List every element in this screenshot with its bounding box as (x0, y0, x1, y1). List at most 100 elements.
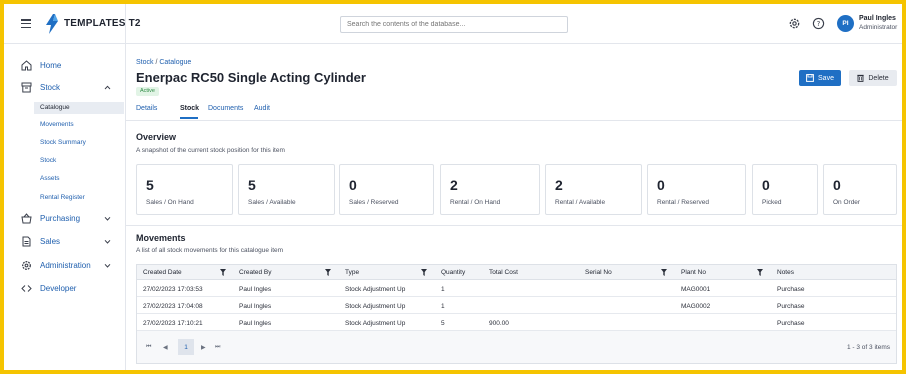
overview-title: Overview (136, 132, 177, 142)
table-row[interactable]: 27/02/2023 17:04:08 Paul Ingles Stock Ad… (137, 298, 896, 314)
user-name[interactable]: Paul Ingles (859, 15, 896, 22)
column-header[interactable]: Created By (239, 269, 272, 276)
save-button[interactable]: Save (799, 70, 841, 86)
page-button-current[interactable]: 1 (178, 339, 194, 355)
sidebar-subitem-movements[interactable]: Movements (40, 121, 74, 128)
next-page-icon[interactable]: ▶ (201, 344, 206, 351)
cell-notes: Purchase (777, 303, 805, 310)
stat-value: 0 (833, 177, 841, 193)
sidebar-item-label: Developer (40, 283, 77, 293)
save-button-label: Save (818, 74, 834, 82)
chevron-up-icon[interactable] (104, 85, 111, 90)
stat-value: 0 (657, 177, 665, 193)
document-icon (22, 236, 31, 246)
sidebar-item-purchasing[interactable]: Purchasing (4, 210, 125, 226)
cell-type: Stock Adjustment Up (345, 320, 406, 327)
stat-value: 2 (555, 177, 563, 193)
avatar[interactable]: PI (837, 15, 854, 32)
stat-label: Rental / On Hand (450, 199, 501, 206)
sidebar-item-label: Administration (40, 260, 91, 270)
stat-value: 2 (450, 177, 458, 193)
tab-stock[interactable]: Stock (180, 105, 199, 112)
active-tab-indicator (180, 117, 198, 119)
sidebar-item-home[interactable]: Home (4, 57, 125, 73)
sidebar-subitem-stock[interactable]: Stock (40, 157, 56, 164)
column-header[interactable]: Quantity (441, 269, 465, 276)
sidebar-subitem-assets[interactable]: Assets (40, 175, 60, 182)
breadcrumb-catalogue[interactable]: Catalogue (159, 59, 191, 66)
tab-audit[interactable]: Audit (254, 105, 270, 112)
movements-grid: Created Date Created By Type Quantity To… (136, 264, 897, 364)
tab-documents[interactable]: Documents (208, 105, 243, 112)
sidebar-item-administration[interactable]: Administration (4, 257, 125, 273)
sidebar-subitem-catalogue[interactable]: Catalogue (40, 104, 70, 111)
sidebar-subitem-stock-summary[interactable]: Stock Summary (40, 139, 86, 146)
user-role: Administrator (859, 24, 898, 31)
stat-card-rental-available: 2 Rental / Available (545, 164, 642, 215)
brand-name: TEMPLATES T2 (64, 18, 141, 29)
section-divider (126, 225, 902, 226)
first-page-icon[interactable]: ⏮ (146, 344, 151, 351)
pager-info: 1 - 3 of 3 items (847, 344, 890, 351)
app-window: TEMPLATES T2 ? PI Paul Ingles Administra… (4, 4, 902, 370)
logo-icon (46, 14, 58, 34)
menu-icon[interactable] (21, 19, 31, 29)
chevron-down-icon[interactable] (104, 239, 111, 244)
movements-title: Movements (136, 233, 186, 243)
sidebar-item-label: Home (40, 60, 62, 70)
column-header[interactable]: Total Cost (489, 269, 518, 276)
cell-created-by: Paul Ingles (239, 320, 272, 327)
cell-notes: Purchase (777, 286, 805, 293)
sidebar-item-sales[interactable]: Sales (4, 233, 125, 249)
cell-plant-no: MAG0002 (681, 303, 711, 310)
breadcrumb-stock[interactable]: Stock (136, 59, 154, 66)
column-header[interactable]: Serial No (585, 269, 612, 276)
column-header[interactable]: Type (345, 269, 359, 276)
sidebar-item-developer[interactable]: Developer (4, 280, 125, 296)
pager: ⏮ ◀ 1 ▶ ⏭ 1 - 3 of 3 items (137, 331, 896, 363)
overview-subtitle: A snapshot of the current stock position… (136, 147, 285, 154)
table-row[interactable]: 27/02/2023 17:03:53 Paul Ingles Stock Ad… (137, 281, 896, 297)
status-badge: Active (136, 87, 159, 96)
basket-icon (21, 212, 32, 223)
gear-icon[interactable] (788, 17, 801, 30)
column-header[interactable]: Plant No (681, 269, 706, 276)
top-bar: TEMPLATES T2 ? PI Paul Ingles Administra… (4, 4, 902, 44)
help-icon[interactable]: ? (812, 17, 825, 30)
grid-header: Created Date Created By Type Quantity To… (137, 265, 896, 280)
stat-label: Sales / On Hand (146, 199, 194, 206)
stat-value: 5 (146, 177, 154, 193)
table-row[interactable]: 27/02/2023 17:10:21 Paul Ingles Stock Ad… (137, 315, 896, 331)
filter-icon[interactable] (220, 269, 226, 276)
stat-label: Rental / Available (555, 199, 606, 206)
search-input[interactable] (340, 16, 568, 33)
delete-button[interactable]: Delete (849, 70, 897, 86)
chevron-down-icon[interactable] (104, 263, 111, 268)
last-page-icon[interactable]: ⏭ (215, 344, 220, 351)
column-header[interactable]: Notes (777, 269, 794, 276)
filter-icon[interactable] (421, 269, 427, 276)
tab-details[interactable]: Details (136, 105, 157, 112)
svg-text:?: ? (817, 20, 821, 28)
filter-icon[interactable] (325, 269, 331, 276)
sidebar-item-label: Purchasing (40, 213, 81, 223)
stat-value: 5 (248, 177, 256, 193)
sidebar: Home Stock Catalogue Movements Stock Sum… (4, 44, 125, 370)
tab-divider (126, 120, 902, 121)
code-icon (21, 284, 32, 292)
sidebar-item-stock[interactable]: Stock (4, 79, 125, 95)
page-title: Enerpac RC50 Single Acting Cylinder (136, 70, 366, 85)
filter-icon[interactable] (661, 269, 667, 276)
filter-icon[interactable] (757, 269, 763, 276)
sidebar-subitem-rental-register[interactable]: Rental Register (40, 194, 85, 201)
column-header[interactable]: Created Date (143, 269, 182, 276)
chevron-down-icon[interactable] (104, 216, 111, 221)
prev-page-icon[interactable]: ◀ (163, 344, 168, 351)
sidebar-item-label: Stock (40, 82, 61, 92)
cell-type: Stock Adjustment Up (345, 286, 406, 293)
stat-card-rental-on-hand: 2 Rental / On Hand (440, 164, 540, 215)
stat-label: Sales / Available (248, 199, 296, 206)
sidebar-item-label: Sales (40, 236, 61, 246)
cell-created-date: 27/02/2023 17:04:08 (143, 303, 203, 310)
home-icon (21, 59, 32, 70)
